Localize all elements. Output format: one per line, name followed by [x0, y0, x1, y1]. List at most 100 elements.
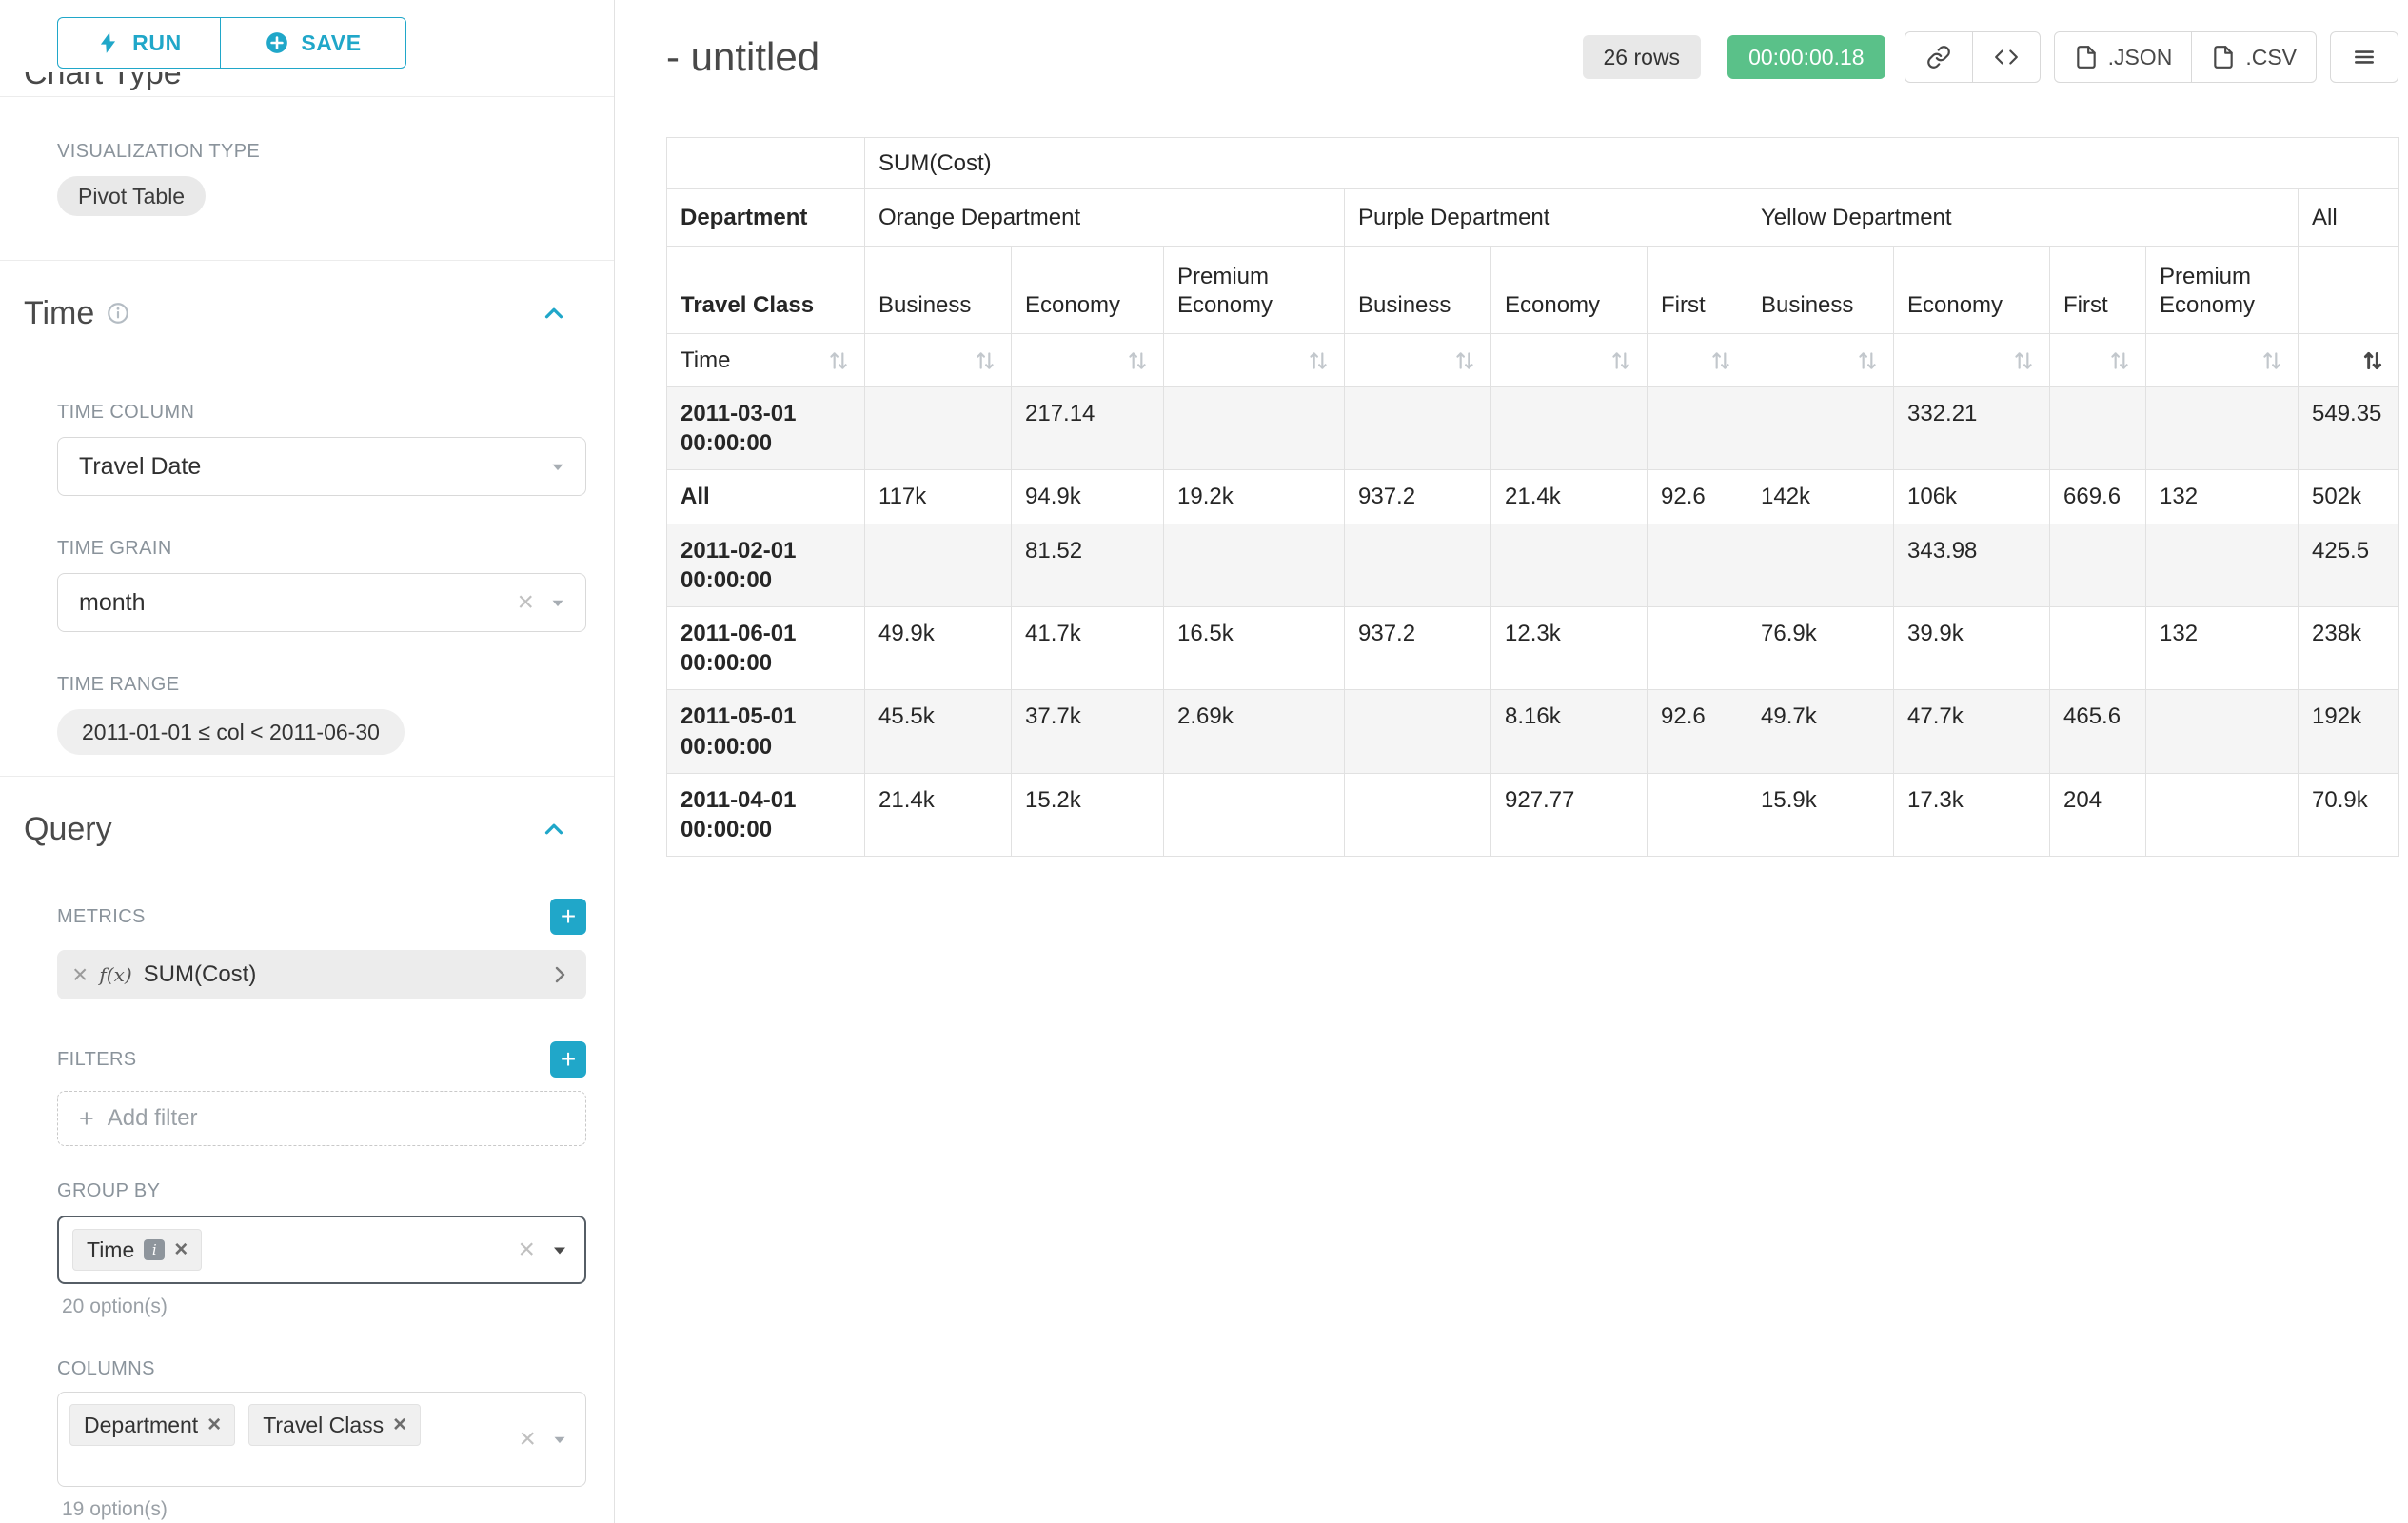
function-icon: f(x): [99, 963, 131, 986]
time-column-select[interactable]: Travel Date: [57, 437, 586, 496]
sort-toggle-icon[interactable]: [973, 348, 997, 373]
visualization-type-pill[interactable]: Pivot Table: [57, 176, 206, 216]
pivot-value-cell: 465.6: [2050, 690, 2146, 773]
pivot-value-cell: 17.3k: [1894, 773, 2050, 856]
sort-toggle-icon[interactable]: [2260, 348, 2284, 373]
pivot-value-cell: 2.69k: [1164, 690, 1345, 773]
pivot-table: SUM(Cost)DepartmentOrange DepartmentPurp…: [666, 137, 2399, 857]
remove-tag-icon[interactable]: ×: [174, 1238, 188, 1261]
sort-descending-active-icon[interactable]: [2360, 348, 2385, 373]
pivot-value-cell: [2050, 524, 2146, 606]
export-csv-button[interactable]: .CSV: [2191, 31, 2317, 83]
pivot-class-header: First: [1648, 247, 1747, 334]
pivot-all-header: All: [2299, 189, 2399, 247]
columns-tag[interactable]: Department ×: [69, 1404, 235, 1446]
sort-toggle-icon[interactable]: [1609, 348, 1633, 373]
group-by-tag[interactable]: Time i ×: [72, 1229, 202, 1271]
add-filter-plus-button[interactable]: +: [550, 1041, 586, 1078]
clear-icon[interactable]: ×: [518, 1236, 535, 1264]
save-button[interactable]: SAVE: [220, 17, 406, 69]
export-json-button[interactable]: .JSON: [2054, 31, 2193, 83]
pivot-value-cell: 425.5: [2299, 524, 2399, 606]
pivot-value-cell: [1491, 524, 1648, 606]
pivot-metric-header: SUM(Cost): [865, 138, 2399, 189]
sort-toggle-icon[interactable]: [1306, 348, 1331, 373]
sort-toggle-icon[interactable]: [1452, 348, 1477, 373]
add-metric-button[interactable]: +: [550, 899, 586, 935]
section-divider: [0, 776, 614, 777]
pivot-value-cell: 45.5k: [865, 690, 1012, 773]
time-range-pill[interactable]: 2011-01-01 ≤ col < 2011-06-30: [57, 709, 405, 755]
pivot-value-cell: 204: [2050, 773, 2146, 856]
pivot-class-dim-label: Travel Class: [667, 247, 865, 334]
group-by-select[interactable]: Time i × ×: [57, 1216, 586, 1284]
pivot-value-cell: 549.35: [2299, 387, 2399, 470]
pivot-value-cell: 332.21: [1894, 387, 2050, 470]
pivot-class-header: Economy: [1012, 247, 1164, 334]
pivot-row-header: 2011-06-01 00:00:00: [667, 606, 865, 689]
chart-menu-button[interactable]: [2330, 31, 2398, 83]
pivot-row-header: 2011-04-01 00:00:00: [667, 773, 865, 856]
remove-tag-icon[interactable]: ×: [207, 1414, 221, 1436]
pivot-table-row: 2011-03-01 00:00:00217.14332.21549.35: [667, 387, 2399, 470]
sort-toggle-icon[interactable]: [826, 348, 851, 373]
collapse-chevron-up-icon[interactable]: [540, 299, 568, 327]
section-divider: [0, 260, 614, 261]
pivot-value-cell: 21.4k: [1491, 470, 1648, 524]
embed-code-button[interactable]: [1972, 31, 2041, 83]
chart-toolbar: 26 rows 00:00:00.18 .JSON .CSV: [1583, 31, 2398, 83]
metric-item[interactable]: × f(x) SUM(Cost): [57, 950, 586, 999]
pivot-class-header: Premium Economy: [1164, 247, 1345, 334]
run-button[interactable]: RUN: [57, 17, 221, 69]
remove-tag-icon[interactable]: ×: [393, 1414, 406, 1436]
hamburger-menu-icon: [2352, 45, 2377, 69]
export-button-group: .JSON .CSV: [2054, 31, 2317, 83]
pivot-row-header: All: [667, 470, 865, 524]
add-filter-button[interactable]: + Add filter: [57, 1091, 586, 1146]
run-button-label: RUN: [132, 30, 182, 56]
sort-toggle-icon[interactable]: [1125, 348, 1150, 373]
collapse-chevron-up-icon[interactable]: [540, 815, 568, 843]
columns-tag[interactable]: Travel Class ×: [248, 1404, 421, 1446]
pivot-groups-row: DepartmentOrange DepartmentPurple Depart…: [667, 189, 2399, 247]
file-icon: [2074, 45, 2099, 69]
sort-toggle-icon[interactable]: [2107, 348, 2132, 373]
query-section-title: Query: [24, 809, 112, 849]
caret-down-icon[interactable]: [549, 1429, 570, 1450]
pivot-department-dim-label: Department: [667, 189, 865, 247]
visualization-type-label: VISUALIZATION TYPE: [57, 141, 585, 163]
clear-icon[interactable]: ×: [517, 588, 534, 617]
copy-link-button[interactable]: [1905, 31, 1973, 83]
sort-toggle-icon[interactable]: [1855, 348, 1880, 373]
caret-down-icon[interactable]: [548, 1238, 571, 1261]
pivot-sort-cell: [865, 334, 1012, 387]
pivot-row-dim-header: Time: [667, 334, 865, 387]
pivot-value-cell: [1164, 387, 1345, 470]
group-by-label: GROUP BY: [57, 1180, 585, 1202]
sort-toggle-icon[interactable]: [1708, 348, 1733, 373]
pivot-value-cell: [865, 387, 1012, 470]
sort-toggle-icon[interactable]: [2011, 348, 2036, 373]
pivot-table-row: 2011-06-01 00:00:0049.9k41.7k16.5k937.21…: [667, 606, 2399, 689]
pivot-value-cell: 937.2: [1345, 470, 1491, 524]
pivot-value-cell: [865, 524, 1012, 606]
plus-circle-icon: [265, 30, 289, 55]
remove-metric-icon[interactable]: ×: [72, 961, 88, 988]
pivot-value-cell: [2146, 524, 2299, 606]
pivot-value-cell: [2146, 690, 2299, 773]
columns-select[interactable]: Department × Travel Class × ×: [57, 1392, 586, 1487]
filters-label-row: FILTERS +: [57, 1041, 586, 1078]
pivot-value-cell: [1491, 387, 1648, 470]
clear-icon[interactable]: ×: [519, 1425, 536, 1454]
columns-label: COLUMNS: [57, 1358, 585, 1380]
time-grain-select[interactable]: month ×: [57, 573, 586, 632]
pivot-row-header: 2011-03-01 00:00:00: [667, 387, 865, 470]
pivot-value-cell: 92.6: [1648, 470, 1747, 524]
pivot-sort-cell: [1747, 334, 1894, 387]
chevron-right-icon[interactable]: [548, 963, 571, 986]
pivot-value-cell: 106k: [1894, 470, 2050, 524]
pivot-classes-row: Travel ClassBusinessEconomyPremium Econo…: [667, 247, 2399, 334]
pivot-value-cell: [1164, 524, 1345, 606]
time-section-title: Time: [24, 293, 94, 333]
column-info-icon: i: [144, 1239, 165, 1260]
